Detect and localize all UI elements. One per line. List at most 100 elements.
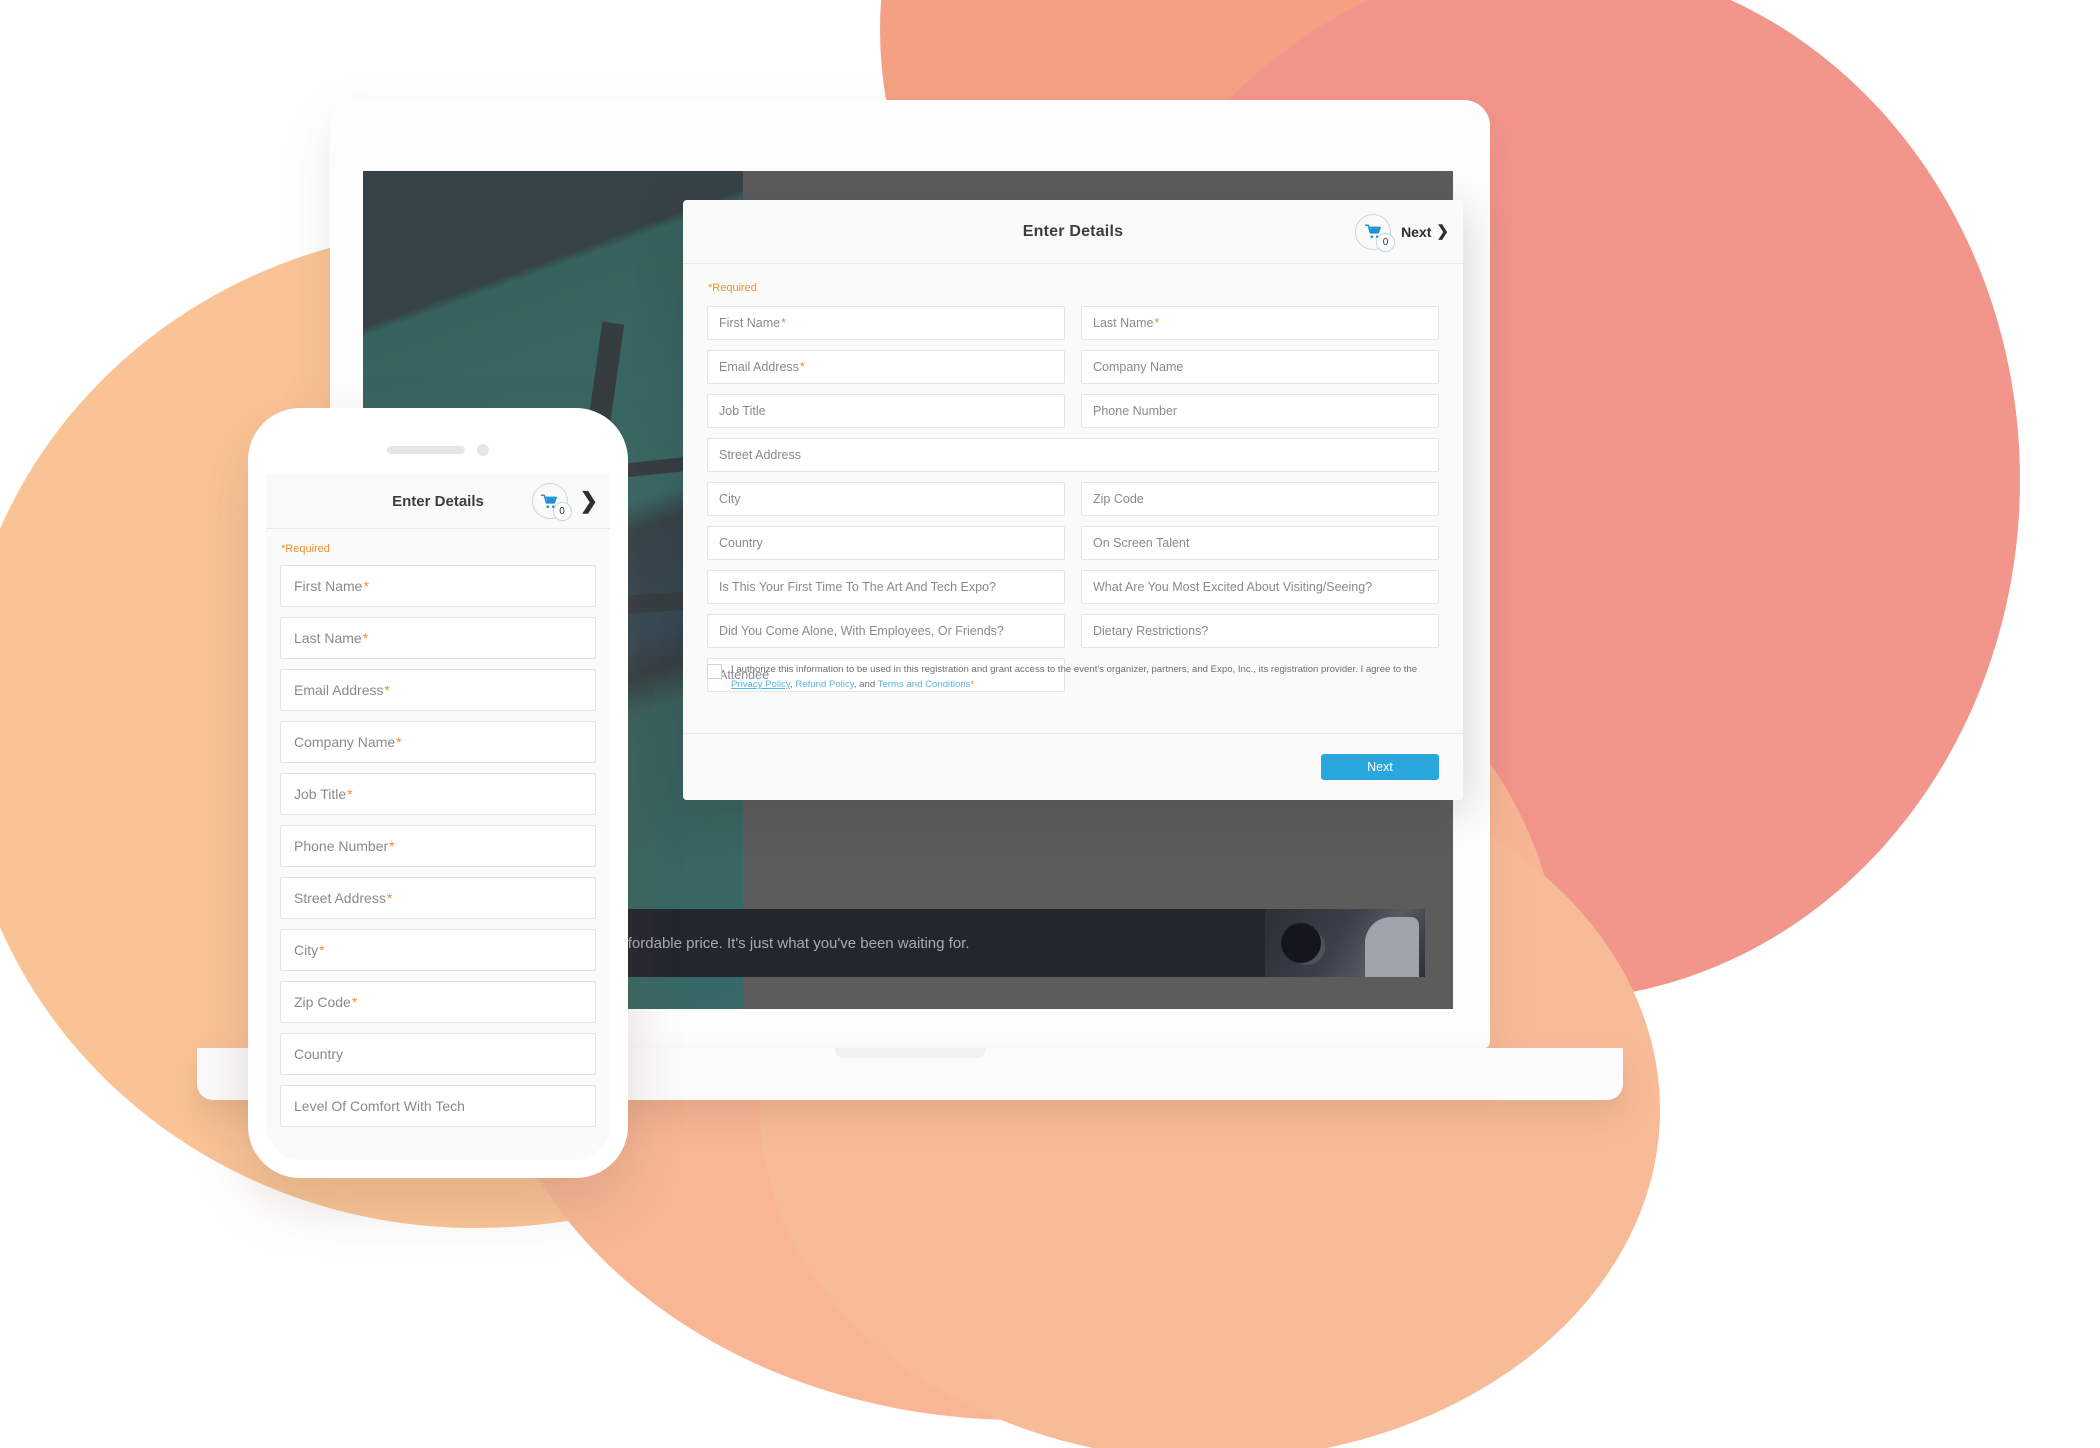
- form-field[interactable]: Last Name *: [1081, 306, 1439, 340]
- form-field[interactable]: Phone Number: [1081, 394, 1439, 428]
- form-field[interactable]: City *: [280, 929, 596, 971]
- refund-policy-link[interactable]: Refund Policy: [795, 679, 853, 690]
- form-field[interactable]: Company Name *: [280, 721, 596, 763]
- phone-speaker-row: [266, 426, 610, 474]
- next-button[interactable]: Next: [1321, 754, 1439, 780]
- next-top-label: Next: [1401, 223, 1432, 240]
- cart-count-badge: 0: [552, 502, 572, 521]
- form-field-label: Job Title: [294, 786, 347, 802]
- required-star: *: [1154, 316, 1160, 330]
- form-field-label: Company Name: [1093, 360, 1184, 374]
- form-field[interactable]: Email Address *: [707, 350, 1065, 384]
- chevron-right-icon[interactable]: ❯: [580, 490, 598, 512]
- form-field[interactable]: Phone Number *: [280, 825, 596, 867]
- enter-details-modal: Enter Details 0 Next ❯ *Required First N…: [683, 200, 1463, 800]
- required-star: *: [362, 630, 369, 646]
- form-field[interactable]: Country: [280, 1033, 596, 1075]
- form-field-grid: First Name * Last Name * Email Address * Compa…: [707, 306, 1439, 692]
- form-field[interactable]: First Name *: [280, 565, 596, 607]
- required-star: *: [389, 838, 395, 854]
- form-field-label: Last Name: [1093, 316, 1154, 330]
- promo-banner-thumbnail: [1265, 909, 1425, 977]
- form-field[interactable]: Street Address *: [280, 877, 596, 919]
- form-field[interactable]: Job Title *: [280, 773, 596, 815]
- form-field-label: City: [294, 942, 319, 958]
- phone-camera: [477, 444, 489, 456]
- form-field[interactable]: City: [707, 482, 1065, 516]
- form-field[interactable]: Email Address *: [280, 669, 596, 711]
- form-field-label: Email Address: [719, 360, 799, 374]
- form-field[interactable]: Country: [707, 526, 1065, 560]
- form-field[interactable]: Last Name *: [280, 617, 596, 659]
- required-star: *: [363, 578, 369, 594]
- form-field-label: Zip Code: [1093, 492, 1144, 506]
- phone-required-note: *Required: [281, 543, 330, 555]
- phone-header-actions: 0 ❯: [531, 483, 598, 521]
- form-field[interactable]: Zip Code *: [280, 981, 596, 1023]
- form-field[interactable]: Level Of Comfort With Tech: [280, 1085, 596, 1127]
- form-field-label: Email Address: [294, 682, 384, 698]
- required-star: *: [799, 360, 805, 374]
- modal-body: *Required First Name * Last Name * Email Add…: [683, 264, 1463, 734]
- phone-speaker: [387, 446, 465, 454]
- cart-icon[interactable]: 0: [531, 483, 572, 521]
- required-star: *: [319, 942, 325, 958]
- form-field-label: First Name: [294, 578, 363, 594]
- terms-and-conditions-link[interactable]: Terms and Conditions: [878, 679, 971, 690]
- phone-mockup: Enter Details 0 ❯ *Required First Name * L…: [248, 408, 628, 1178]
- required-star: *: [347, 786, 353, 802]
- consent-text-part1: I authorize this information to be used …: [731, 664, 1418, 675]
- form-field-label: Level Of Comfort With Tech: [294, 1098, 465, 1114]
- form-field-label: Street Address: [719, 448, 801, 462]
- phone-modal-header: Enter Details 0 ❯: [266, 474, 610, 529]
- required-star: *: [351, 994, 358, 1010]
- form-field-label: First Name: [719, 316, 781, 330]
- required-star: *: [781, 316, 786, 330]
- form-field-label: Zip Code: [294, 994, 351, 1010]
- promo-banner: our most affordable price. It's just wha…: [525, 909, 1425, 977]
- phone-screen: Enter Details 0 ❯ *Required First Name * L…: [266, 426, 610, 1160]
- promo-banner-text: our most affordable price. It's just wha…: [553, 934, 970, 952]
- consent-checkbox[interactable]: [707, 664, 722, 679]
- form-field[interactable]: On Screen Talent: [1081, 526, 1439, 560]
- required-star: *: [384, 682, 390, 698]
- form-field[interactable]: Did You Come Alone, With Employees, Or F…: [707, 614, 1065, 648]
- form-field[interactable]: Job Title: [707, 394, 1065, 428]
- form-field[interactable]: Zip Code: [1081, 482, 1439, 516]
- form-field-label: Is This Your First Time To The Art And T…: [719, 580, 997, 594]
- required-note: *Required: [708, 282, 757, 294]
- required-star: *: [386, 890, 393, 906]
- consent-text: I authorize this information to be used …: [731, 662, 1439, 692]
- next-top-link[interactable]: Next ❯: [1401, 224, 1449, 240]
- phone-field-list: First Name * Last Name * Email Address * Compa…: [280, 565, 596, 1127]
- modal-header: Enter Details 0 Next ❯: [683, 200, 1463, 264]
- form-field[interactable]: First Name *: [707, 306, 1065, 340]
- form-field-label: City: [719, 492, 741, 506]
- form-field-label: Phone Number: [294, 838, 389, 854]
- form-field[interactable]: Is This Your First Time To The Art And T…: [707, 570, 1065, 604]
- modal-footer: Next: [683, 733, 1463, 800]
- form-field-label: What Are You Most Excited About Visiting…: [1093, 580, 1373, 594]
- form-field-label: Last Name: [294, 630, 362, 646]
- form-field[interactable]: Company Name: [1081, 350, 1439, 384]
- chevron-right-icon: ❯: [1436, 223, 1449, 240]
- form-field-label: On Screen Talent: [1093, 536, 1190, 550]
- laptop-notch: [835, 1048, 985, 1058]
- privacy-policy-link[interactable]: Privacy Policy: [731, 679, 790, 690]
- form-field-label: Dietary Restrictions?: [1093, 624, 1209, 638]
- modal-title: Enter Details: [1022, 222, 1124, 240]
- form-field-label: Did You Come Alone, With Employees, Or F…: [719, 624, 1004, 638]
- phone-modal-title: Enter Details: [392, 492, 484, 510]
- form-field[interactable]: Street Address: [707, 438, 1439, 472]
- form-field-label: Job Title: [719, 404, 766, 418]
- form-field[interactable]: Dietary Restrictions?: [1081, 614, 1439, 648]
- modal-header-actions: 0 Next ❯: [1355, 213, 1449, 252]
- form-field-label: Street Address: [294, 890, 386, 906]
- form-field-label: Country: [719, 536, 763, 550]
- required-star: *: [396, 734, 402, 750]
- cart-icon[interactable]: 0: [1355, 213, 1396, 252]
- form-field[interactable]: What Are You Most Excited About Visiting…: [1081, 570, 1439, 604]
- consent-row: I authorize this information to be used …: [707, 662, 1439, 692]
- cart-count-badge: 0: [1376, 232, 1396, 252]
- consent-required-star: *: [970, 679, 975, 690]
